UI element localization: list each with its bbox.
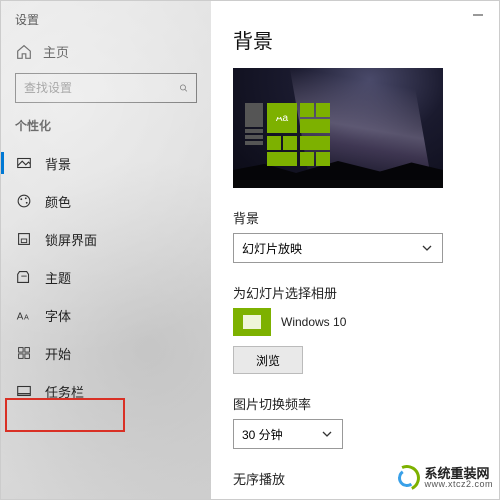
album-name: Windows 10 — [281, 315, 346, 329]
album-label: 为幻灯片选择相册 — [233, 283, 479, 302]
taskbar-icon — [15, 382, 33, 400]
lockscreen-icon — [15, 230, 33, 248]
start-icon — [15, 344, 33, 362]
minimize-button[interactable] — [471, 8, 485, 22]
sidebar-item-background[interactable]: 背景 — [1, 144, 211, 182]
watermark-url: www.xtcz2.com — [424, 480, 493, 489]
preview-start-tiles: Aa — [245, 103, 340, 178]
settings-window: 设置 主页 个性化 背景 颜色 锁屏界面 主题 — [0, 0, 500, 500]
theme-icon — [15, 268, 33, 286]
interval-label: 图片切换频率 — [233, 394, 479, 413]
sidebar-item-label: 任务栏 — [45, 382, 84, 401]
background-mode-dropdown[interactable]: 幻灯片放映 — [233, 233, 443, 263]
sidebar-item-label: 背景 — [45, 154, 71, 173]
svg-text:A: A — [17, 312, 24, 323]
background-mode-label: 背景 — [233, 208, 479, 227]
window-title: 设置 — [15, 11, 211, 28]
page-heading: 背景 — [233, 25, 479, 54]
dropdown-value: 幻灯片放映 — [242, 240, 302, 257]
browse-button[interactable]: 浏览 — [233, 346, 303, 374]
sidebar-home-label: 主页 — [43, 42, 69, 61]
palette-icon — [15, 192, 33, 210]
sidebar: 设置 主页 个性化 背景 颜色 锁屏界面 主题 — [1, 1, 211, 499]
sidebar-home[interactable]: 主页 — [15, 42, 211, 61]
search-input[interactable] — [24, 81, 179, 95]
album-row: Windows 10 — [233, 308, 479, 336]
chevron-down-icon — [320, 427, 334, 441]
sidebar-item-taskbar[interactable]: 任务栏 — [1, 372, 211, 410]
browse-button-label: 浏览 — [256, 352, 280, 369]
background-preview: Aa — [233, 68, 443, 188]
watermark: 系统重装网 www.xtcz2.com — [394, 465, 493, 491]
sidebar-item-colors[interactable]: 颜色 — [1, 182, 211, 220]
sidebar-item-lockscreen[interactable]: 锁屏界面 — [1, 220, 211, 258]
image-icon — [15, 154, 33, 172]
sidebar-item-label: 颜色 — [45, 192, 71, 211]
home-icon — [15, 43, 33, 61]
sidebar-item-fonts[interactable]: AA 字体 — [1, 296, 211, 334]
album-thumbnail — [233, 308, 271, 336]
chevron-down-icon — [420, 241, 434, 255]
interval-dropdown[interactable]: 30 分钟 — [233, 419, 343, 449]
svg-text:A: A — [24, 313, 29, 322]
sidebar-section-label: 个性化 — [15, 117, 211, 134]
watermark-logo-icon — [394, 465, 420, 491]
dropdown-value: 30 分钟 — [242, 426, 283, 443]
sidebar-item-label: 开始 — [45, 344, 71, 363]
search-box[interactable] — [15, 73, 197, 103]
font-icon: AA — [15, 306, 33, 324]
title-bar — [209, 1, 499, 29]
sidebar-item-label: 锁屏界面 — [45, 230, 97, 249]
sidebar-item-start[interactable]: 开始 — [1, 334, 211, 372]
sidebar-item-label: 字体 — [45, 306, 71, 325]
sidebar-item-label: 主题 — [45, 268, 71, 287]
main-content: 背景 Aa 背景 — [211, 1, 499, 499]
sidebar-item-themes[interactable]: 主题 — [1, 258, 211, 296]
search-icon — [179, 80, 188, 96]
